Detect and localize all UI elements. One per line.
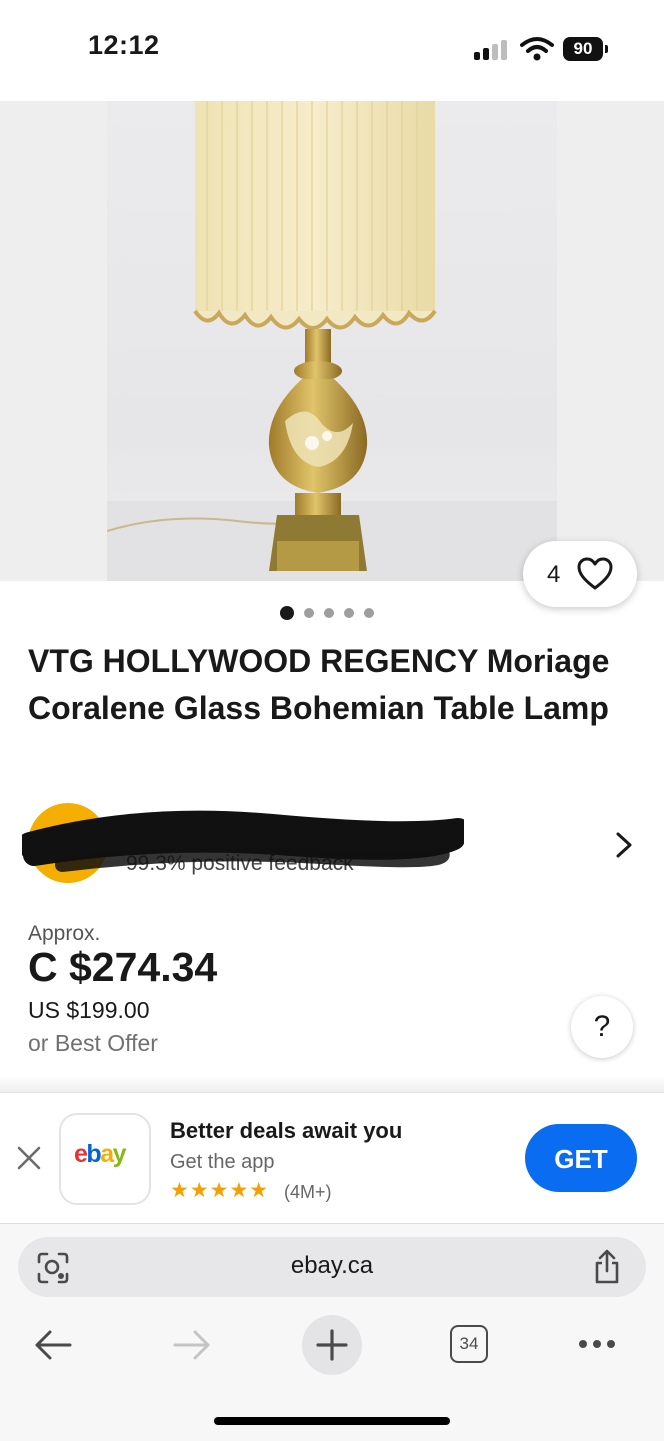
plus-icon[interactable] — [302, 1315, 362, 1375]
carousel-dots[interactable] — [280, 606, 374, 620]
status-time: 12:12 — [88, 30, 160, 60]
close-icon[interactable] — [15, 1144, 43, 1172]
wifi-icon — [520, 37, 554, 61]
ebay-logo: ebay — [74, 1140, 127, 1168]
battery-nub — [605, 45, 608, 53]
battery-icon: 90 — [563, 37, 603, 61]
listing-title: VTG HOLLYWOOD REGENCY Moriage Coralene G… — [28, 643, 610, 726]
carousel-dot[interactable] — [344, 608, 354, 618]
best-offer-label: or Best Offer — [28, 1030, 158, 1056]
back-arrow-icon[interactable] — [33, 1328, 73, 1362]
lens-icon[interactable] — [36, 1251, 70, 1285]
carousel-dot[interactable] — [324, 608, 334, 618]
get-app-button[interactable]: GET — [525, 1124, 637, 1192]
home-indicator — [214, 1417, 450, 1425]
rating-stars: ★★★★★ — [170, 1179, 270, 1202]
chevron-right-icon[interactable] — [612, 831, 636, 859]
heart-icon[interactable] — [577, 557, 613, 591]
rating-count: (4M+) — [284, 1182, 332, 1202]
url-text[interactable]: ebay.ca — [0, 1252, 664, 1280]
tabs-button[interactable]: 34 — [450, 1325, 488, 1363]
more-icon[interactable] — [577, 1338, 617, 1350]
banner-title: Better deals await you — [170, 1118, 403, 1143]
forward-arrow-icon[interactable] — [172, 1328, 212, 1362]
watch-count: 4 — [547, 561, 561, 588]
banner-subtitle: Get the app — [170, 1151, 275, 1173]
product-image[interactable] — [107, 101, 557, 581]
divider — [0, 1076, 664, 1092]
redaction-scribble — [22, 810, 464, 872]
price-local: C $274.34 — [28, 944, 218, 990]
carousel-dot[interactable] — [364, 608, 374, 618]
price-usd: US $199.00 — [28, 997, 150, 1023]
carousel-dot[interactable] — [280, 606, 294, 620]
carousel-dot[interactable] — [304, 608, 314, 618]
help-button[interactable]: ? — [571, 996, 633, 1058]
signal-icon — [474, 38, 510, 60]
share-icon[interactable] — [592, 1249, 622, 1285]
approx-label: Approx. — [28, 922, 101, 945]
